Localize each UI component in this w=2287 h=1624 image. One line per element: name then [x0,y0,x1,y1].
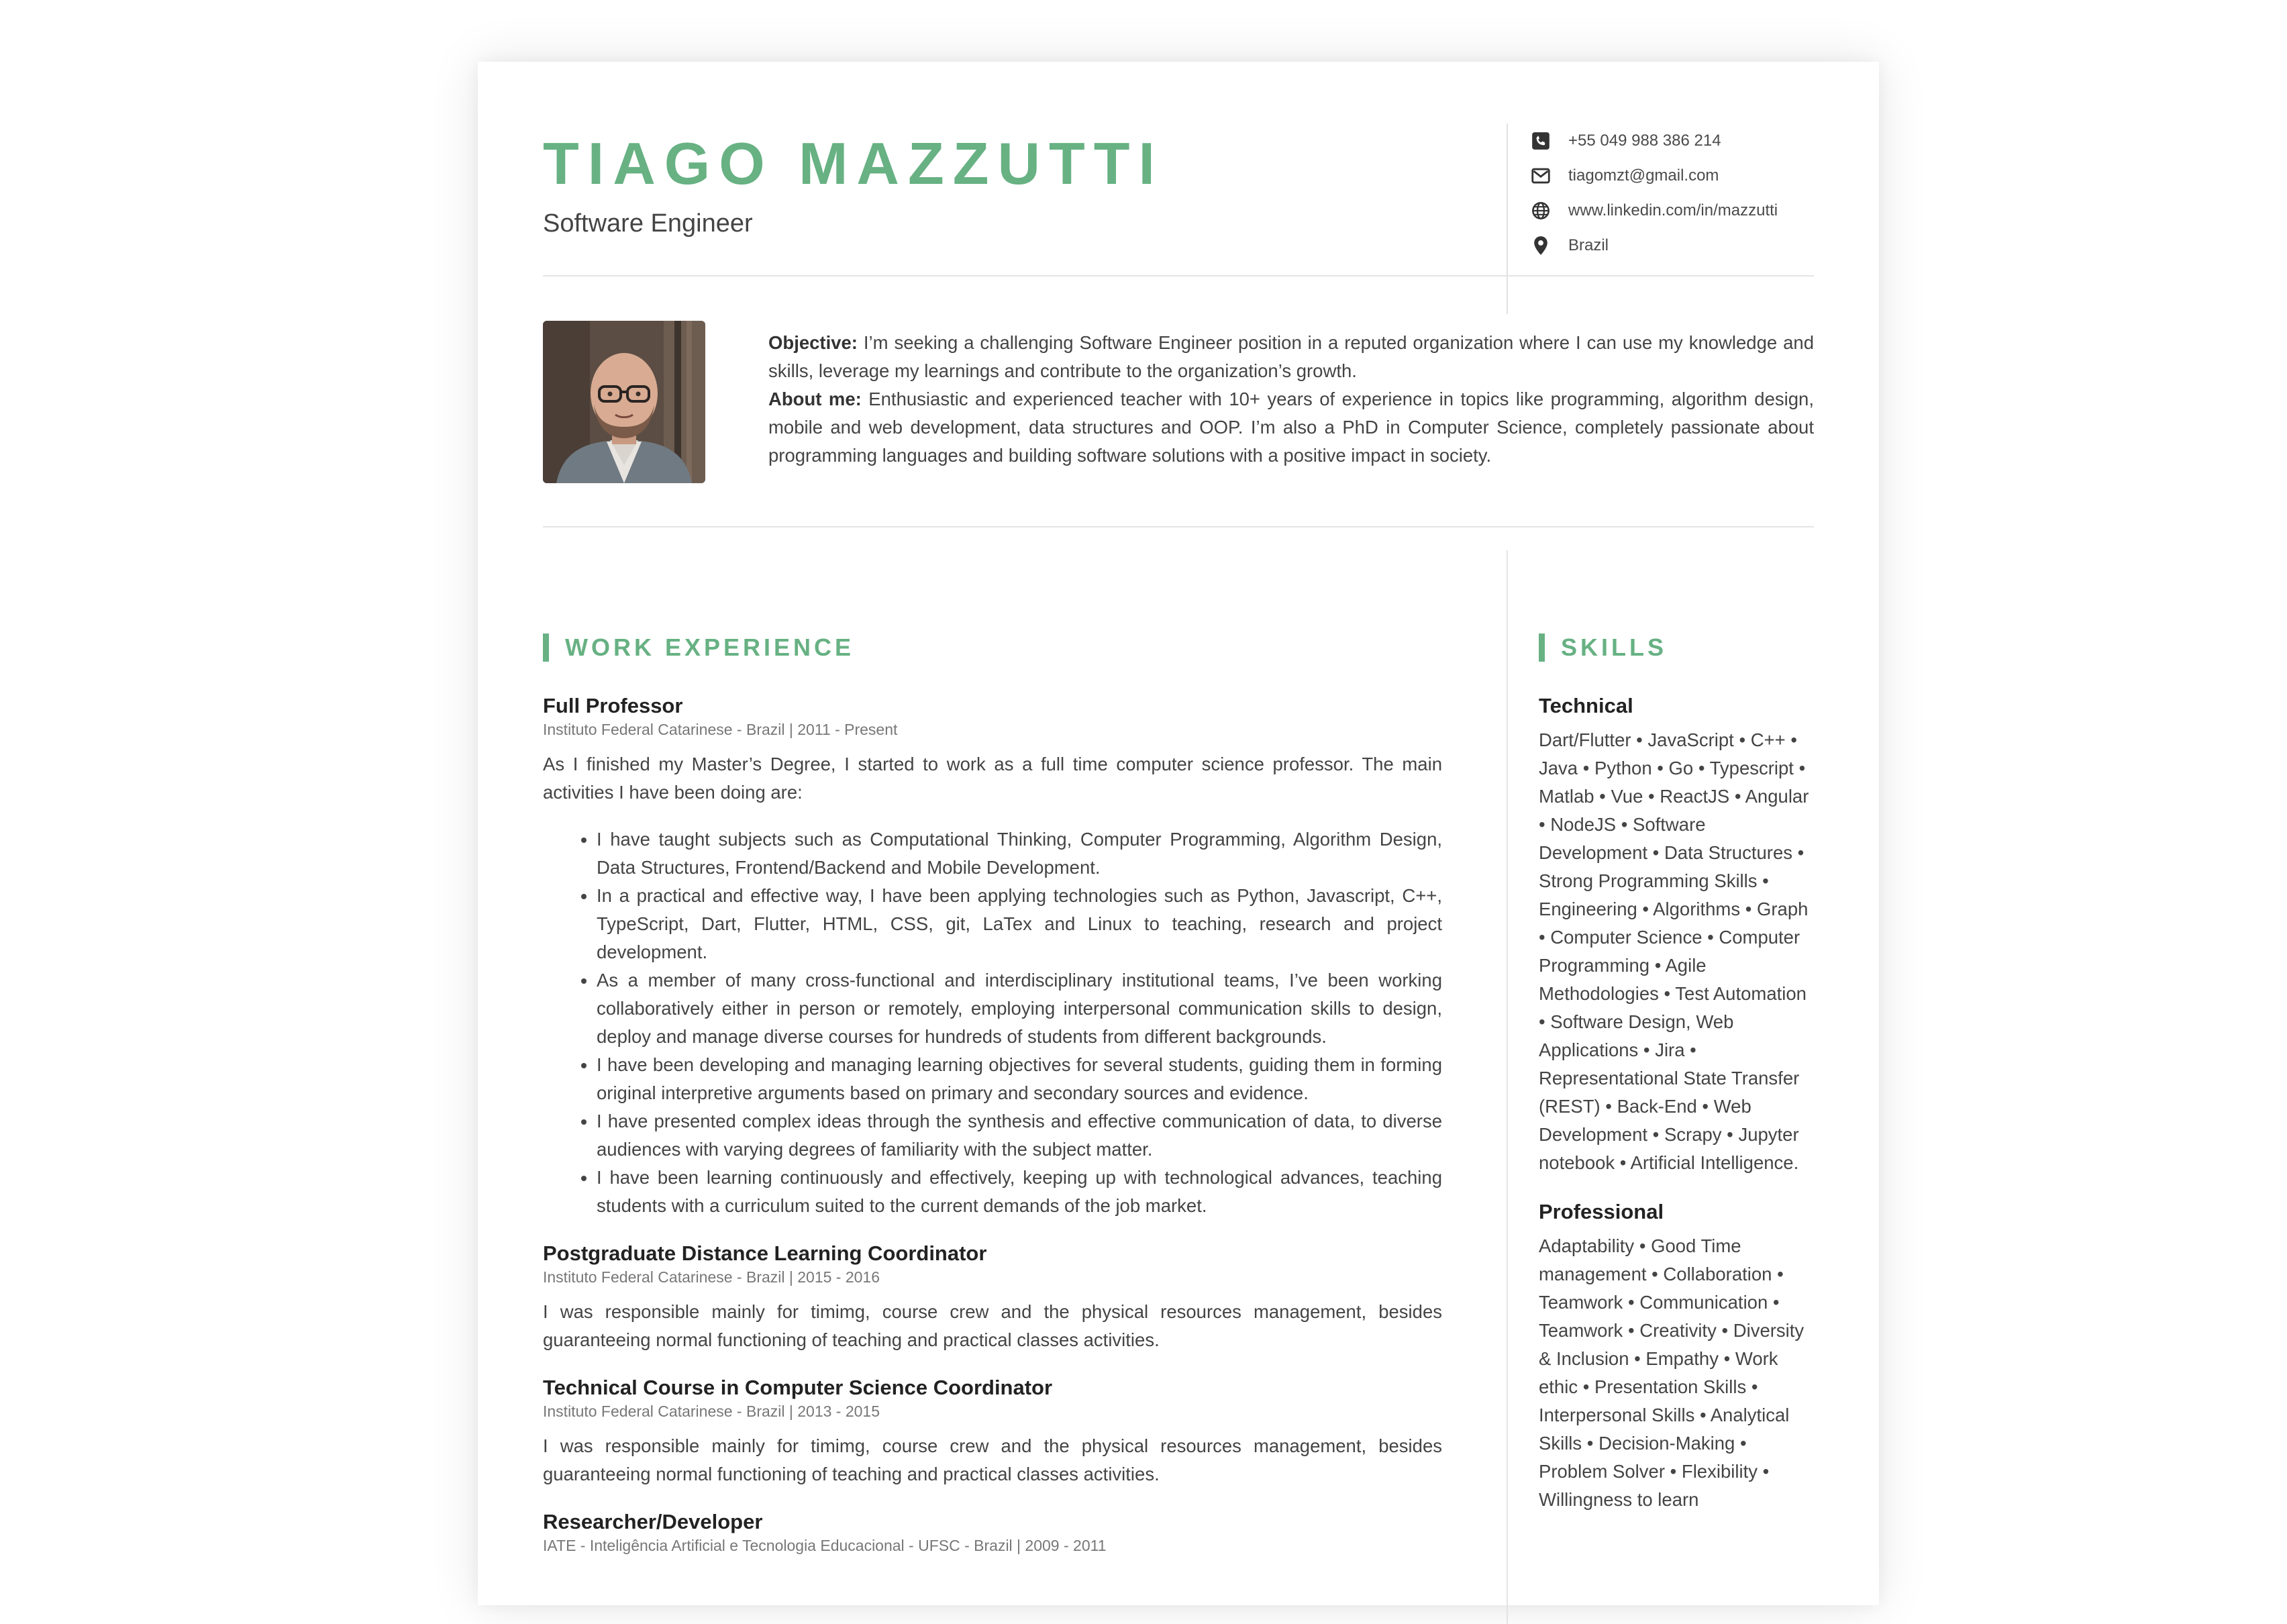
candidate-name: TIAGO MAZZUTTI [543,130,1164,197]
contact-website[interactable]: www.linkedin.com/in/mazzutti [1531,193,1802,228]
job-title: Researcher/Developer [543,1510,763,1533]
contact-location-text: Brazil [1568,236,1609,254]
technical-skills-text: Dart/Flutter • JavaScript • C++ • Java •… [1539,729,1809,1173]
job-title: Postgraduate Distance Learning Coordinat… [543,1241,987,1265]
column-divider [1507,550,1508,1624]
section-accent-bar [1539,633,1545,662]
location-pin-icon [1531,236,1551,256]
list-item: I have presented complex ideas through t… [597,1107,1442,1164]
profile-summary: Objective: I’m seeking a challenging Sof… [768,329,1814,470]
resume-header: TIAGO MAZZUTTI Software Engineer +55 049… [543,62,1814,314]
contact-email[interactable]: tiagomzt@gmail.com [1531,158,1802,193]
job-entry: Researcher/Developer IATE - Inteligência… [543,1509,1442,1556]
work-experience-heading-text: WORK EXPERIENCE [565,633,855,661]
objective-paragraph: Objective: I’m seeking a challenging Sof… [768,329,1814,385]
list-item: In a practical and effective way, I have… [597,882,1442,966]
about-text: Enthusiastic and experienced teacher wit… [768,389,1814,466]
section-accent-bar [543,633,549,662]
list-item: I have been learning continuously and ef… [597,1164,1442,1220]
work-experience-list: Full Professor Instituto Federal Catarin… [543,693,1442,1576]
about-label: About me: [768,389,862,409]
job-entry: Postgraduate Distance Learning Coordinat… [543,1240,1442,1354]
list-item: As a member of many cross-functional and… [597,966,1442,1051]
envelope-icon [1531,166,1551,186]
contact-list: +55 049 988 386 214 tiagomzt@gmail.com w… [1507,123,1802,314]
technical-skills-heading: Technical [1539,694,1633,717]
job-entry: Technical Course in Computer Science Coo… [543,1374,1442,1488]
job-description: I was responsible mainly for timimg, cou… [543,1301,1442,1350]
contact-website-text: www.linkedin.com/in/mazzutti [1568,201,1778,219]
work-experience-heading: WORK EXPERIENCE [543,633,854,662]
phone-icon [1531,131,1551,151]
job-meta: Instituto Federal Catarinese - Brazil | … [543,1403,880,1420]
job-meta: Instituto Federal Catarinese - Brazil | … [543,1268,880,1286]
profile-divider [543,526,1814,527]
professional-skills-text: Adaptability • Good Time management • Co… [1539,1235,1805,1510]
job-title: Full Professor [543,694,683,717]
contact-location: Brazil [1531,228,1802,263]
list-item: I have taught subjects such as Computati… [597,825,1442,882]
candidate-title: Software Engineer [543,209,753,238]
job-meta: Instituto Federal Catarinese - Brazil | … [543,721,898,738]
header-divider [543,275,1814,276]
contact-phone-text: +55 049 988 386 214 [1568,132,1721,150]
job-title: Technical Course in Computer Science Coo… [543,1376,1053,1399]
profile-photo [543,321,705,483]
job-description: As I finished my Master’s Degree, I star… [543,754,1442,803]
job-meta: IATE - Inteligência Artificial e Tecnolo… [543,1537,1107,1554]
job-description: I was responsible mainly for timimg, cou… [543,1435,1442,1484]
resume-page: TIAGO MAZZUTTI Software Engineer +55 049… [478,62,1879,1624]
job-entry: Full Professor Instituto Federal Catarin… [543,693,1442,1220]
job-bullets: I have taught subjects such as Computati… [543,825,1442,1220]
contact-email-text: tiagomzt@gmail.com [1568,166,1719,185]
skills-heading-text: SKILLS [1561,633,1668,661]
objective-label: Objective: [768,332,858,353]
list-item: I have been developing and managing lear… [597,1051,1442,1107]
skills-heading: SKILLS [1539,633,1667,662]
contact-phone[interactable]: +55 049 988 386 214 [1531,123,1802,158]
professional-skills-heading: Professional [1539,1200,1664,1223]
globe-icon [1531,201,1551,221]
skills-list: Technical Dart/Flutter • JavaScript • C+… [1539,693,1814,1535]
objective-text: I’m seeking a challenging Software Engin… [768,332,1814,381]
about-paragraph: About me: Enthusiastic and experienced t… [768,385,1814,470]
